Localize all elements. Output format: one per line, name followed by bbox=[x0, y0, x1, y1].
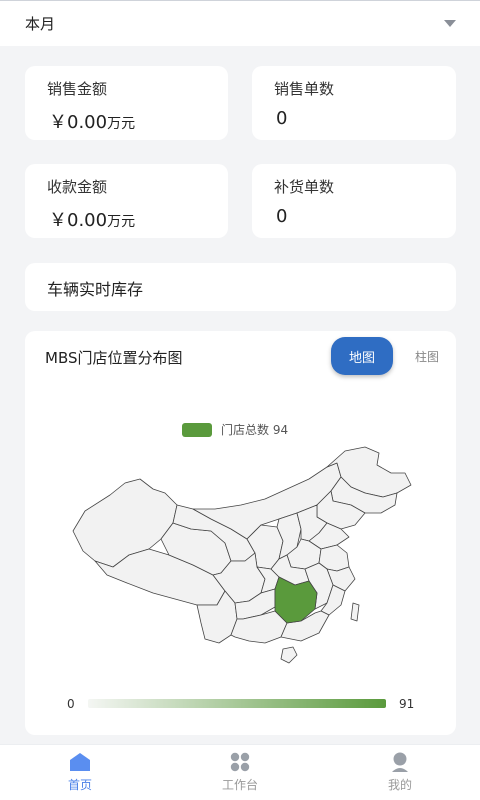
grid-icon bbox=[230, 752, 250, 772]
stat-value: 0 bbox=[276, 108, 288, 129]
map-panel-title: MBS门店位置分布图 bbox=[45, 349, 183, 367]
range-min-label: 0 bbox=[67, 697, 75, 711]
stat-title: 收款金额 bbox=[47, 178, 108, 196]
stat-value: 0 bbox=[276, 206, 288, 227]
tab-label: 首页 bbox=[67, 778, 92, 792]
toggle-bar-button[interactable]: 柱图 bbox=[401, 337, 453, 375]
bottom-tab-bar: 首页 工作台 我的 bbox=[0, 744, 480, 800]
home-icon bbox=[70, 753, 90, 771]
stat-value: ￥0.00万元 bbox=[49, 112, 136, 133]
range-max-label: 91 bbox=[399, 697, 415, 711]
toggle-map-button[interactable]: 地图 bbox=[331, 337, 393, 375]
period-label: 本月 bbox=[25, 15, 56, 33]
visual-map-range-bar[interactable] bbox=[88, 699, 386, 708]
stat-card-collection-amount: 收款金额 ￥0.00万元 bbox=[25, 164, 228, 238]
chevron-down-icon[interactable] bbox=[444, 20, 456, 27]
user-icon bbox=[392, 752, 408, 772]
china-map[interactable] bbox=[65, 443, 415, 668]
period-selector[interactable]: 本月 bbox=[0, 0, 480, 46]
tab-mine[interactable]: 我的 bbox=[320, 745, 480, 800]
map-legend[interactable]: 门店总数 94 bbox=[182, 421, 288, 438]
map-region[interactable] bbox=[280, 646, 298, 664]
legend-label: 门店总数 94 bbox=[221, 423, 289, 437]
stat-title: 销售金额 bbox=[47, 80, 108, 98]
store-map-panel: MBS门店位置分布图 地图 柱图 门店总数 94 0 91 bbox=[25, 331, 456, 735]
stat-title: 补货单数 bbox=[274, 178, 335, 196]
tab-label: 工作台 bbox=[221, 778, 258, 792]
tab-home[interactable]: 首页 bbox=[0, 745, 160, 800]
legend-swatch bbox=[182, 422, 212, 437]
stat-card-sales-amount: 销售金额 ￥0.00万元 bbox=[25, 66, 228, 140]
stat-card-restock-orders: 补货单数 0 bbox=[252, 164, 456, 238]
inventory-title: 车辆实时库存 bbox=[47, 280, 144, 299]
tab-label: 我的 bbox=[387, 778, 412, 792]
stat-value: ￥0.00万元 bbox=[49, 210, 136, 231]
map-region[interactable] bbox=[350, 602, 360, 622]
vehicle-inventory-card[interactable]: 车辆实时库存 bbox=[25, 263, 456, 311]
stat-title: 销售单数 bbox=[274, 80, 335, 98]
tab-workbench[interactable]: 工作台 bbox=[160, 745, 320, 800]
stat-card-sales-orders: 销售单数 0 bbox=[252, 66, 456, 140]
